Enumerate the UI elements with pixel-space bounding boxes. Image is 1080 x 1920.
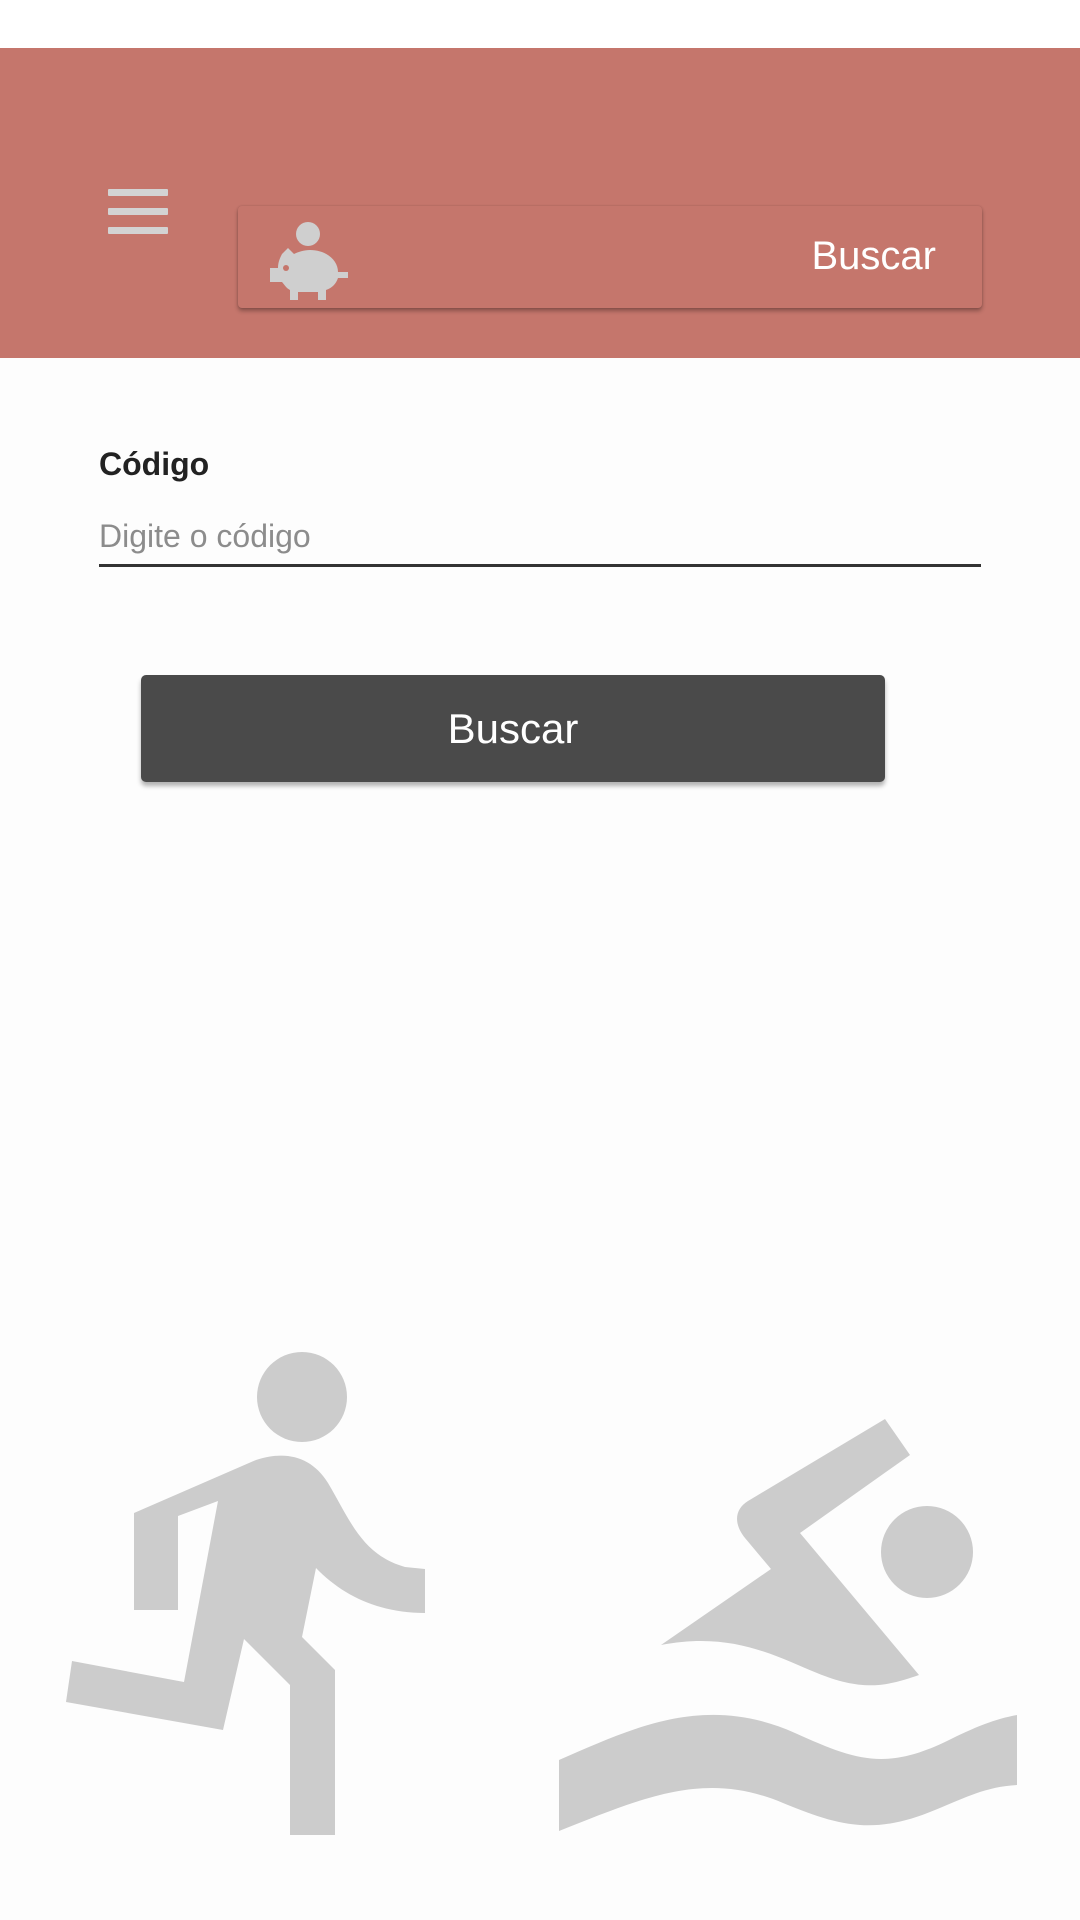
status-bar xyxy=(0,0,1080,48)
code-label: Código xyxy=(99,446,210,482)
swimmer-icon xyxy=(559,1419,1017,1831)
piggy-bank-icon xyxy=(270,222,348,300)
search-bar[interactable]: Buscar xyxy=(238,206,982,308)
hamburger-menu-icon xyxy=(108,188,168,196)
menu-button[interactable] xyxy=(100,178,176,244)
app-bar: Buscar xyxy=(0,48,1080,358)
running-person-icon xyxy=(66,1352,425,1835)
search-button[interactable]: Buscar xyxy=(141,675,885,782)
code-input[interactable] xyxy=(99,508,981,567)
search-bar-label: Buscar xyxy=(811,234,937,278)
